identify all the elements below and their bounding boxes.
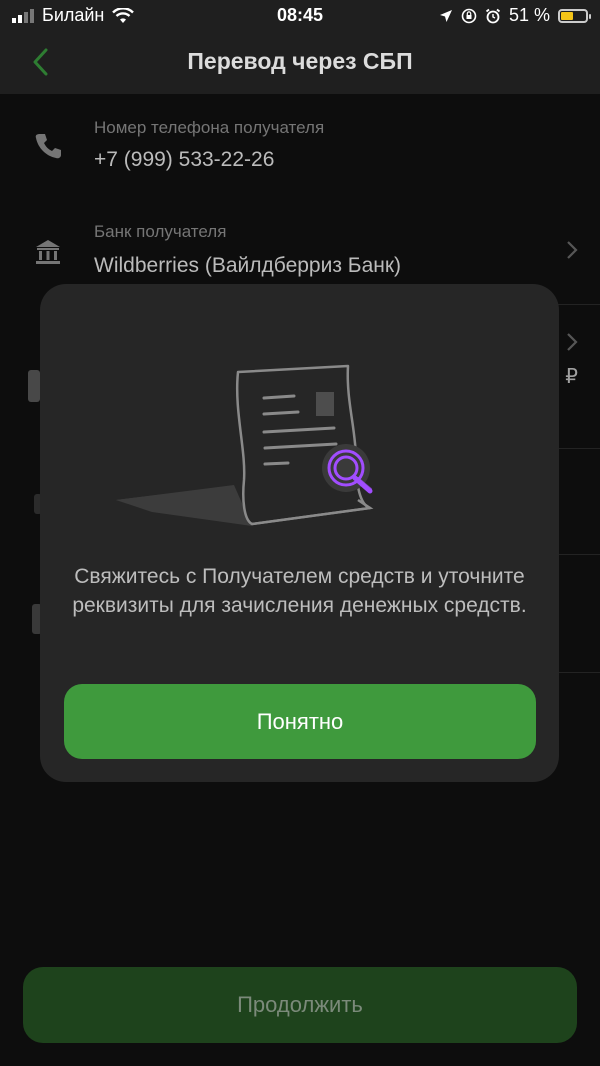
info-dialog: Свяжитесь с Получателем средств и уточни…: [40, 284, 559, 782]
status-bar: Билайн 08:45 51 %: [0, 0, 600, 30]
orientation-lock-icon: [461, 8, 477, 23]
battery-icon: [558, 8, 591, 23]
location-icon: [439, 9, 452, 22]
status-right: 51 %: [431, 5, 591, 26]
ok-button[interactable]: Понятно: [64, 684, 536, 759]
alarm-icon: [485, 8, 501, 23]
document-search-icon: [116, 364, 374, 526]
page-title: Перевод через СБП: [187, 48, 413, 74]
continue-button[interactable]: Продолжить: [23, 967, 577, 1043]
dialog-message: Свяжитесь с Получателем средств и уточни…: [72, 565, 527, 617]
battery-percent: 51 %: [508, 5, 550, 25]
nav-header: Перевод через СБП: [0, 30, 600, 94]
